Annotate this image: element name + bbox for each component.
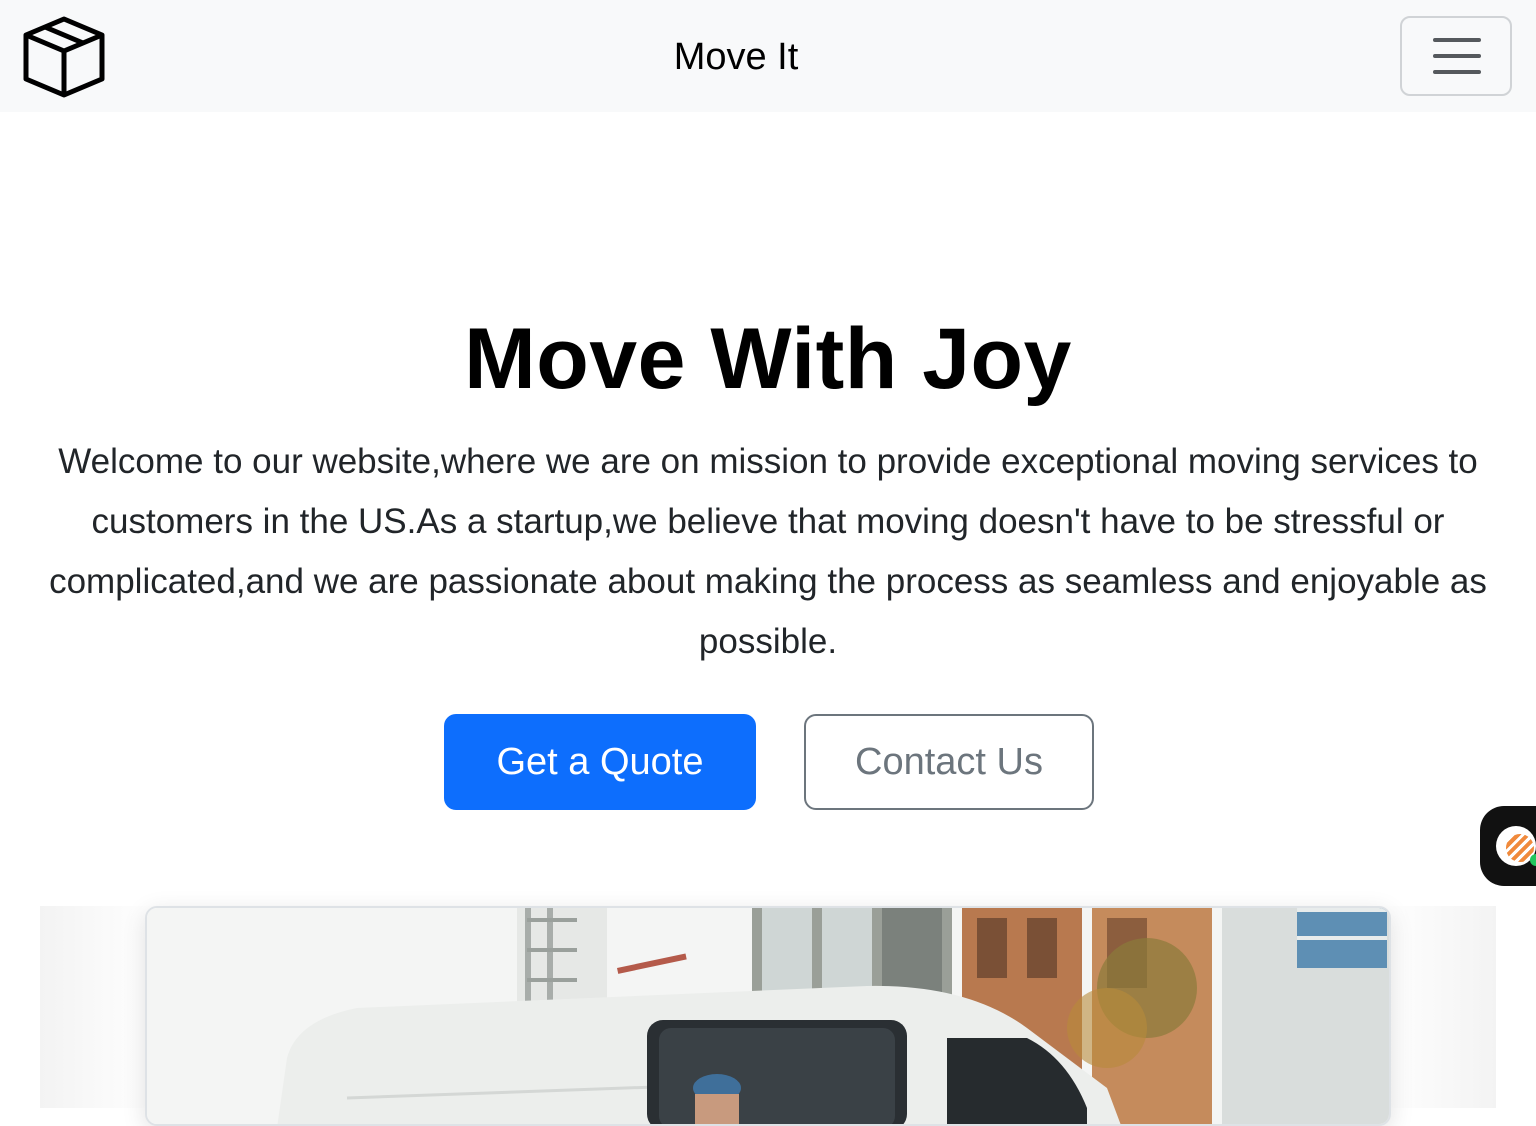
chat-widget-button[interactable] xyxy=(1480,806,1536,886)
contact-us-button[interactable]: Contact Us xyxy=(804,714,1094,810)
hero-title: Move With Joy xyxy=(464,311,1072,407)
navbar: Move It xyxy=(0,0,1536,112)
hero-image xyxy=(145,906,1391,1126)
hamburger-bar xyxy=(1433,70,1481,74)
brand-title[interactable]: Move It xyxy=(0,36,1472,79)
hamburger-menu-icon xyxy=(1433,38,1481,42)
navbar-toggler-button[interactable] xyxy=(1400,16,1512,96)
moving-van-photo xyxy=(147,908,1389,1124)
hamburger-bar xyxy=(1433,54,1481,58)
get-quote-button[interactable]: Get a Quote xyxy=(444,714,756,810)
hero-description: Welcome to our website,where we are on m… xyxy=(49,442,1487,661)
online-status-dot xyxy=(1530,854,1536,866)
